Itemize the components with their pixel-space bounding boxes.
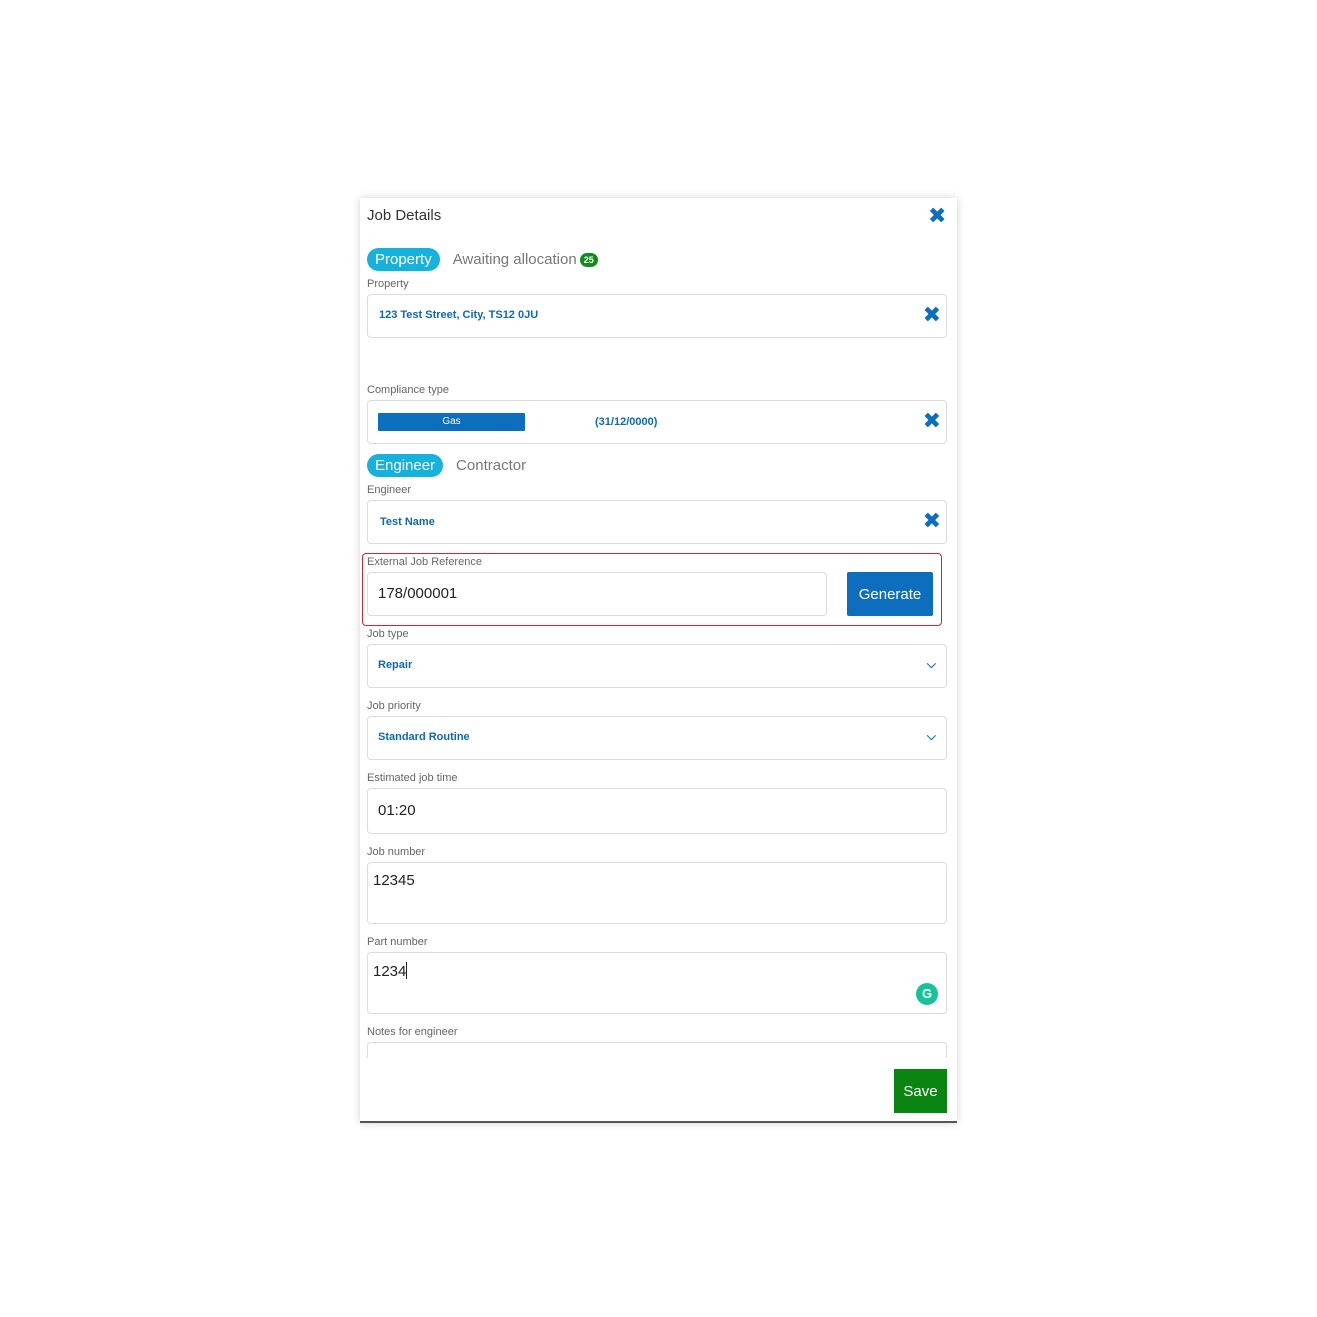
job-priority-value: Standard Routine (378, 731, 470, 743)
close-dialog-icon[interactable]: ✖ (928, 206, 946, 228)
compliance-type-tag: Gas (378, 413, 525, 431)
dialog-title: Job Details (367, 207, 442, 224)
grammarly-icon[interactable]: G (916, 983, 938, 1005)
job-priority-select[interactable]: Standard Routine ⌵ (367, 716, 947, 760)
estimated-time-value: 01:20 (378, 802, 416, 819)
property-value: 123 Test Street, City, TS12 0JU (379, 309, 539, 321)
part-number-value: 1234 (373, 963, 407, 980)
notes-label: Notes for engineer (367, 1026, 458, 1038)
job-number-label: Job number (367, 846, 426, 858)
tab-property[interactable]: Property (367, 248, 440, 271)
engineer-label: Engineer (367, 484, 412, 496)
property-label: Property (367, 278, 409, 290)
tab-engineer[interactable]: Engineer (367, 454, 444, 477)
compliance-type-label: Compliance type (367, 384, 449, 396)
estimated-time-input[interactable]: 01:20 (367, 788, 947, 834)
engineer-value: Test Name (380, 516, 435, 528)
clear-property-icon[interactable]: ✖ (923, 305, 941, 327)
property-field[interactable]: 123 Test Street, City, TS12 0JU ✖ (367, 294, 947, 338)
job-details-dialog: Job Details ✖ Property Awaiting allocati… (360, 198, 957, 1123)
assignee-tabs: Engineer Contractor (367, 454, 526, 477)
clear-compliance-icon[interactable]: ✖ (923, 411, 941, 433)
compliance-date: (31/12/0000) (595, 416, 658, 428)
external-ref-input[interactable]: 178/000001 (367, 572, 827, 616)
clear-engineer-icon[interactable]: ✖ (923, 511, 941, 533)
notes-input[interactable] (367, 1042, 947, 1058)
tab-awaiting-allocation-label: Awaiting allocation (452, 251, 577, 268)
awaiting-count-badge: 25 (579, 253, 598, 268)
chevron-down-icon: ⌵ (926, 657, 936, 671)
property-tabs: Property Awaiting allocation 25 (367, 248, 598, 271)
tab-awaiting-allocation[interactable]: Awaiting allocation 25 (453, 251, 598, 268)
text-cursor (406, 962, 408, 979)
generate-button[interactable]: Generate (847, 572, 933, 616)
chevron-down-icon: ⌵ (926, 729, 936, 743)
job-type-select[interactable]: Repair ⌵ (367, 644, 947, 688)
job-priority-label: Job priority (367, 700, 421, 712)
estimated-time-label: Estimated job time (367, 772, 458, 784)
compliance-type-field[interactable]: Gas (31/12/0000) ✖ (367, 400, 947, 444)
tab-contractor[interactable]: Contractor (456, 457, 526, 474)
engineer-field[interactable]: Test Name ✖ (367, 500, 947, 544)
job-type-label: Job type (367, 628, 409, 640)
job-number-value: 12345 (373, 872, 415, 889)
part-number-label: Part number (367, 936, 428, 948)
external-ref-value: 178/000001 (378, 585, 458, 602)
part-number-input[interactable]: 1234 G (367, 952, 947, 1014)
save-button[interactable]: Save (894, 1069, 947, 1113)
external-ref-label: External Job Reference (367, 556, 482, 568)
job-number-input[interactable]: 12345 (367, 862, 947, 924)
job-type-value: Repair (378, 659, 413, 671)
